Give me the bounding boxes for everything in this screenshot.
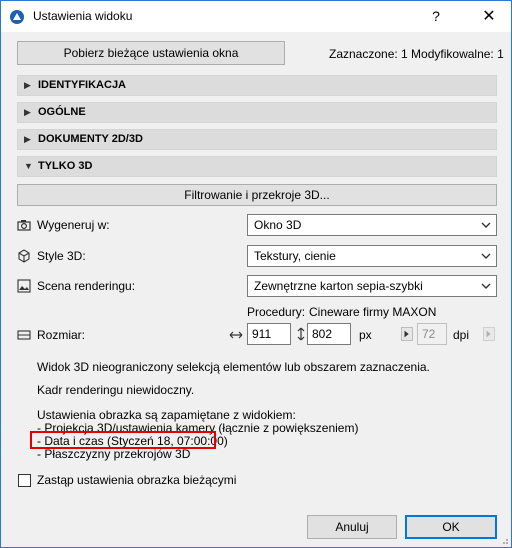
expand-arrow-icon: ▶ [24,107,31,117]
size-label: Rozmiar: [37,328,86,342]
generate-in-value: Okno 3D [254,218,302,232]
width-input[interactable]: 911 [247,323,291,345]
close-button[interactable]: ✕ [467,1,511,32]
height-value: 802 [312,327,333,341]
window-title: Ustawienia widoku [33,9,133,23]
expand-arrow-icon: ▶ [24,134,31,144]
render-scene-label: Scena renderingu: [37,279,136,293]
height-arrow-icon [297,327,305,341]
info-frame-hidden: Kadr renderingu niewidoczny. [37,383,195,397]
width-arrow-icon [229,331,243,339]
dpi-increase-button[interactable] [483,327,495,341]
resize-grip-icon[interactable] [499,535,509,545]
section-only-3d[interactable]: ▼ TYLKO 3D [17,156,497,177]
filter-cut-3d-button[interactable]: Filtrowanie i przekroje 3D... [17,184,497,206]
chevron-down-icon [481,283,491,289]
info-not-limited: Widok 3D nieograniczony selekcją element… [37,360,430,374]
dpi-unit-label: dpi [453,328,470,342]
width-value: 911 [252,327,272,341]
render-scene-select[interactable]: Zewnętrzne karton sepia-szybki [247,275,497,297]
selection-info: Zaznaczone: 1 Modyfikowalne: 1 [329,47,504,61]
section-label: OGÓLNE [38,106,86,118]
info-saved-header: Ustawienia obrazka są zapamiętane z wido… [37,408,296,422]
dpi-decrease-button[interactable] [401,327,413,341]
unit-label: px [359,328,372,342]
collapse-arrow-icon: ▼ [24,161,33,171]
chevron-down-icon [481,222,491,228]
image-icon [17,279,31,293]
info-saved-cut-planes: - Płaszczyzny przekrojów 3D [37,447,191,461]
section-identification[interactable]: ▶ IDENTYFIKACJA [17,75,497,96]
section-documents-2d3d[interactable]: ▶ DOKUMENTY 2D/3D [17,129,497,150]
style-3d-select[interactable]: Tekstury, cienie [247,245,497,267]
expand-arrow-icon: ▶ [24,80,31,90]
procedure-value: Cineware firmy MAXON [309,305,437,319]
ok-button[interactable]: OK [405,515,497,539]
highlight-box [30,431,216,449]
replace-settings-label: Zastąp ustawienia obrazka bieżącymi [37,473,237,487]
play-arrow-icon [404,330,409,338]
section-label: IDENTYFIKACJA [38,79,127,91]
replace-settings-checkbox[interactable] [18,474,31,487]
size-icon [17,330,31,340]
style-3d-label: Style 3D: [37,249,86,263]
title-bar: Ustawienia widoku ? ✕ [1,1,511,32]
height-input[interactable]: 802 [307,323,351,345]
play-arrow-icon [486,330,491,338]
render-scene-value: Zewnętrzne karton sepia-szybki [254,279,423,293]
generate-in-select[interactable]: Okno 3D [247,214,497,236]
section-label: TYLKO 3D [38,160,93,172]
procedure-label: Procedury: [247,305,306,319]
dialog-window: Ustawienia widoku ? ✕ Pobierz bieżące us… [0,0,512,548]
camera-icon [17,220,31,231]
dpi-input[interactable]: 72 [417,323,447,345]
cancel-button[interactable]: Anuluj [307,515,397,539]
generate-in-label: Wygeneruj w: [37,218,110,232]
style-3d-value: Tekstury, cienie [254,249,336,263]
section-label: DOKUMENTY 2D/3D [38,133,143,145]
chevron-down-icon [481,253,491,259]
app-icon [10,10,24,24]
help-button[interactable]: ? [421,1,451,32]
cube-icon [18,249,30,263]
dpi-value: 72 [422,327,436,341]
fetch-current-settings-button[interactable]: Pobierz bieżące ustawienia okna [17,41,285,65]
section-general[interactable]: ▶ OGÓLNE [17,102,497,123]
